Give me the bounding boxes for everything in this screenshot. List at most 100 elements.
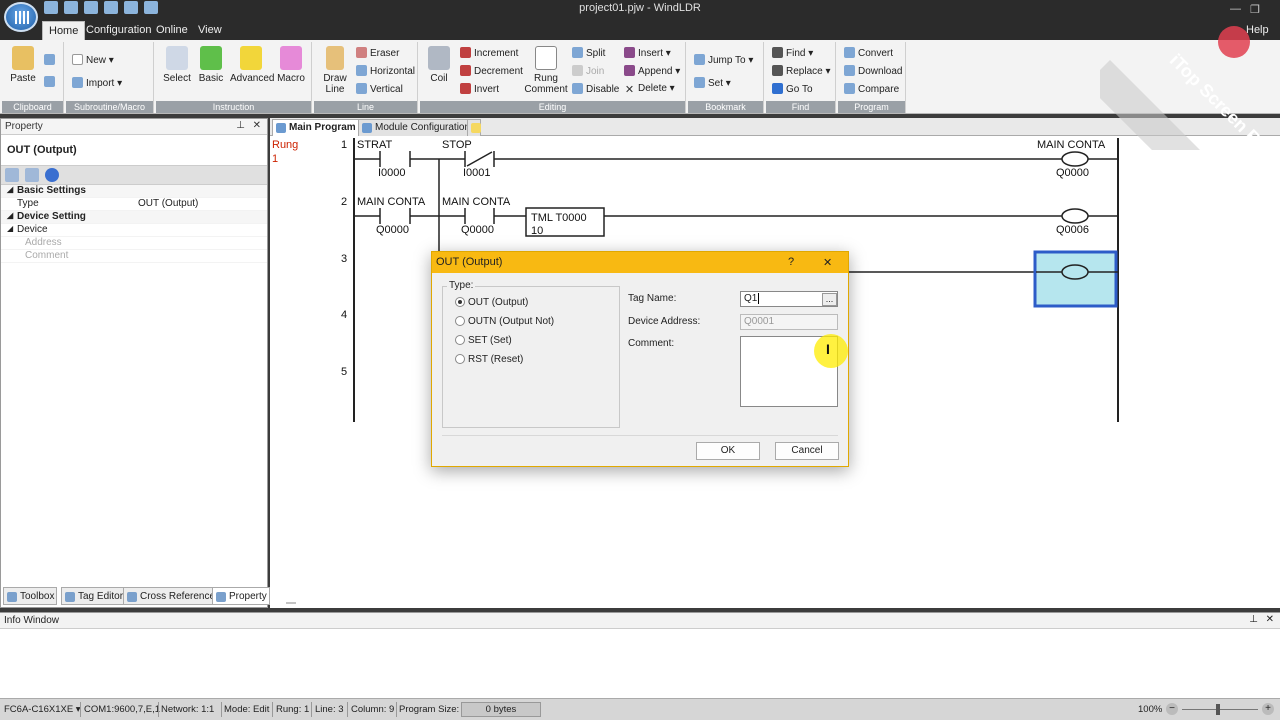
tab-main-program[interactable]: Main Program (272, 119, 363, 136)
contact-label: STRAT (357, 139, 393, 151)
pin-icon[interactable]: ⊥ (236, 120, 245, 131)
invert-button[interactable]: Invert (460, 83, 499, 95)
join-button[interactable]: Join (572, 65, 604, 77)
undo-icon[interactable] (64, 1, 78, 14)
browse-tag-button[interactable]: ... (822, 293, 837, 306)
pin-icon[interactable]: ⊥ (1249, 614, 1258, 625)
horizontal-line-icon (356, 65, 367, 76)
category-device-setting[interactable]: ◢ Device Setting (1, 211, 267, 224)
tab-tag-editor[interactable]: Tag Editor (61, 587, 127, 605)
convert-button[interactable]: Convert (844, 47, 893, 59)
rung-2[interactable]: MAIN CONTA Q0000 MAIN CONTA Q0000 TML T0… (354, 196, 1118, 237)
vertical-line-button[interactable]: Vertical (356, 83, 403, 95)
tab-new-document[interactable] (467, 119, 481, 136)
tab-online[interactable]: Online (150, 21, 194, 40)
select-button[interactable]: Select (158, 46, 196, 84)
ok-button[interactable]: OK (696, 442, 760, 460)
disable-button[interactable]: Disable (572, 83, 619, 95)
zoom-out-button[interactable]: − (1166, 703, 1178, 715)
eraser-button[interactable]: Eraser (356, 47, 399, 59)
set-bookmark-button[interactable]: Set ▾ (694, 77, 731, 89)
download-button[interactable]: Download (844, 65, 902, 77)
sort-az-icon[interactable] (25, 168, 39, 182)
goto-button[interactable]: Go To (772, 83, 813, 95)
property-object-title: OUT (Output) (7, 144, 77, 156)
import-button[interactable]: Import ▾ (72, 77, 122, 89)
delete-button[interactable]: ✕ Delete ▾ (624, 83, 675, 96)
advanced-button[interactable]: Advanced (230, 46, 274, 84)
group-label-find: Find (766, 101, 835, 113)
close-panel-icon[interactable]: ✕ (1266, 614, 1274, 625)
category-basic-settings[interactable]: ◢ Basic Settings (1, 185, 267, 198)
draw-line-button[interactable]: Draw Line (316, 46, 354, 95)
categorized-icon[interactable] (5, 168, 19, 182)
zoom-slider-thumb[interactable] (1216, 704, 1220, 715)
line-status: Line: 3 (315, 704, 344, 715)
tab-view[interactable]: View (192, 21, 228, 40)
save-icon[interactable] (44, 1, 58, 14)
rung-comment-button[interactable]: Rung Comment (524, 46, 568, 95)
coil-label: MAIN CONTA (1037, 139, 1106, 151)
tab-cross-reference[interactable]: Cross Reference (123, 587, 219, 605)
decrement-button[interactable]: Decrement (460, 65, 523, 77)
jump-to-button[interactable]: Jump To ▾ (694, 54, 753, 66)
property-row-type[interactable]: Type OUT (Output) (1, 198, 267, 211)
coil-button[interactable]: Coil (420, 46, 458, 84)
split-button[interactable]: Split (572, 47, 605, 59)
radio-outn[interactable]: OUTN (Output Not) (455, 316, 554, 327)
rung-3[interactable] (830, 250, 1118, 308)
insert-icon (624, 47, 635, 58)
macro-button[interactable]: Macro (272, 46, 310, 84)
invert-icon (460, 83, 471, 94)
decrement-icon (460, 65, 471, 76)
replace-button[interactable]: Replace ▾ (772, 65, 831, 77)
append-button[interactable]: Append ▾ (624, 65, 680, 77)
radio-selected-icon (455, 297, 465, 307)
contact-address: I0001 (463, 167, 491, 179)
radio-out[interactable]: OUT (Output) (455, 297, 528, 308)
coil-new[interactable] (1061, 264, 1089, 280)
split-icon (572, 47, 583, 58)
increment-button[interactable]: Increment (460, 47, 518, 59)
compare-button[interactable]: Compare (844, 83, 899, 95)
copy-button[interactable] (44, 76, 58, 88)
property-row-address[interactable]: Address (1, 237, 267, 250)
new-subroutine-button[interactable]: New ▾ (72, 54, 114, 66)
rung-status: Rung: 1 (276, 704, 310, 715)
paste-icon (12, 46, 34, 70)
close-panel-icon[interactable]: ✕ (253, 120, 261, 131)
convert-icon (844, 47, 855, 58)
help-icon[interactable] (45, 168, 59, 182)
property-row-comment[interactable]: Comment (1, 250, 267, 263)
replace-icon (772, 65, 783, 76)
rung-1[interactable]: STRAT I0000 STOP I0001 MAIN CONTA Q0000 (354, 139, 1118, 179)
horizontal-line-button[interactable]: Horizontal (356, 65, 415, 77)
find-button[interactable]: Find ▾ (772, 47, 813, 59)
cancel-button[interactable]: Cancel (775, 442, 839, 460)
download-icon[interactable] (124, 1, 138, 14)
insert-button[interactable]: Insert ▾ (624, 47, 671, 59)
cut-button[interactable] (44, 54, 58, 66)
coil-q0000[interactable] (1061, 151, 1089, 167)
zoom-in-button[interactable]: + (1262, 703, 1274, 715)
monitor-icon[interactable] (104, 1, 118, 14)
upload-icon[interactable] (144, 1, 158, 14)
tab-module-configuration[interactable]: Module Configuration (358, 119, 478, 136)
plc-type-dropdown[interactable]: FC6A-C16X1XE ▾ (4, 704, 81, 715)
application-menu-button[interactable] (4, 2, 38, 32)
property-row-device[interactable]: ◢ Device (1, 224, 267, 237)
coil-q0006[interactable] (1061, 208, 1089, 224)
tag-name-label: Tag Name: (628, 293, 677, 304)
tab-toolbox[interactable]: Toolbox (3, 587, 58, 605)
redo-icon[interactable] (84, 1, 98, 14)
dialog-close-button[interactable]: ✕ (823, 256, 832, 269)
dialog-help-button[interactable]: ? (788, 256, 794, 268)
paste-button[interactable]: Paste (4, 46, 42, 84)
tab-property[interactable]: Property (212, 587, 270, 605)
tab-configuration[interactable]: Configuration (80, 21, 157, 40)
radio-set[interactable]: SET (Set) (455, 335, 512, 346)
tab-home[interactable]: Home (42, 21, 86, 40)
zoom-slider[interactable] (1182, 709, 1258, 710)
radio-rst[interactable]: RST (Reset) (455, 354, 523, 365)
basic-button[interactable]: Basic (192, 46, 230, 84)
